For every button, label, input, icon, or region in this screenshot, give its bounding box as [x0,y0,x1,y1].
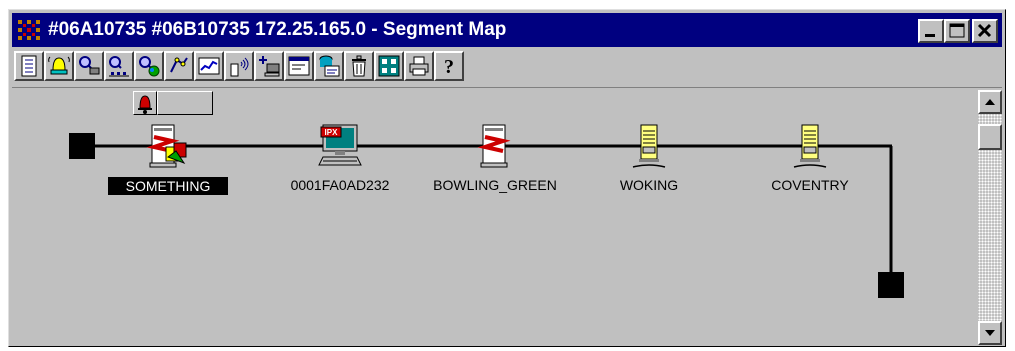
svg-text:?: ? [444,56,454,78]
node-woking[interactable]: WOKING [579,123,719,203]
maximize-button[interactable] [944,19,970,43]
segment-scan-icon [109,56,129,77]
server-icon [477,124,511,168]
node-label: COVENTRY [771,177,849,193]
report-button[interactable] [14,51,44,81]
segment-scan-button[interactable] [104,51,134,81]
properties-icon [288,56,310,76]
server-alert-icon [146,124,187,168]
chart-button[interactable] [194,51,224,81]
node-scan-button[interactable] [74,51,104,81]
add-node-button[interactable] [254,51,284,81]
minimize-icon [925,34,935,37]
wireless-icon [230,57,249,77]
node-label: 0001FA0AD232 [290,177,390,193]
database-button[interactable] [314,51,344,81]
help-button[interactable]: ? [434,51,464,81]
segment-start-terminator [69,133,95,159]
vertical-scrollbar[interactable] [978,90,1002,345]
svg-text:IPX: IPX [325,128,339,137]
properties-button[interactable] [284,51,314,81]
scroll-up-button[interactable] [978,90,1002,114]
scroll-down-button[interactable] [978,321,1002,345]
print-button[interactable] [404,51,434,81]
node-something[interactable]: SOMETHING [98,123,238,203]
compaq-server-icon [632,124,666,168]
compaq-server-icon [793,124,827,168]
close-button[interactable] [972,19,998,43]
toolbar: ? [12,49,1002,88]
print-icon [409,56,429,76]
segment-end-terminator [878,272,904,298]
grid-icon [378,55,400,77]
chart-icon [198,57,220,75]
trash-icon [352,55,366,77]
database-icon [319,55,340,77]
arrow-down-icon [985,330,995,336]
minimize-button[interactable] [918,19,944,43]
node-bowling-green[interactable]: BOWLING_GREEN [425,123,565,203]
node-0001fa0ad232[interactable]: IPX 0001FA0AD232 [270,123,410,203]
node-scan-icon [79,56,100,75]
map-tools-icon [170,57,188,73]
segment-map-app-icon [16,18,42,42]
delete-button[interactable] [344,51,374,81]
wireless-button[interactable] [224,51,254,81]
node-label: WOKING [619,177,679,193]
alarm-button[interactable] [44,51,74,81]
segment-map-window: #06A10735 #06B10735 172.25.165.0 - Segme… [8,9,1006,347]
alarm-bell-icon [48,56,70,75]
node-label: SOMETHING [108,177,228,195]
help-icon: ? [444,56,454,78]
grid-button[interactable] [374,51,404,81]
arrow-up-icon [985,99,995,105]
report-icon [21,55,37,77]
ipx-workstation-icon: IPX [318,124,362,166]
title-bar[interactable]: #06A10735 #06B10735 172.25.165.0 - Segme… [12,13,1002,47]
maximize-icon [949,23,965,38]
window-title: #06A10735 #06B10735 172.25.165.0 - Segme… [48,19,507,40]
close-icon [977,23,992,38]
segment-map-canvas[interactable]: SOMETHING IPX 0001FA0AD232 BOWLING_GREEN… [12,90,978,345]
network-scan-button[interactable] [134,51,164,81]
map-tools-button[interactable] [164,51,194,81]
scroll-thumb[interactable] [978,124,1002,150]
node-label: BOWLING_GREEN [433,177,557,193]
node-coventry[interactable]: COVENTRY [740,123,880,203]
network-scan-icon [139,56,160,77]
add-node-icon [259,56,280,77]
